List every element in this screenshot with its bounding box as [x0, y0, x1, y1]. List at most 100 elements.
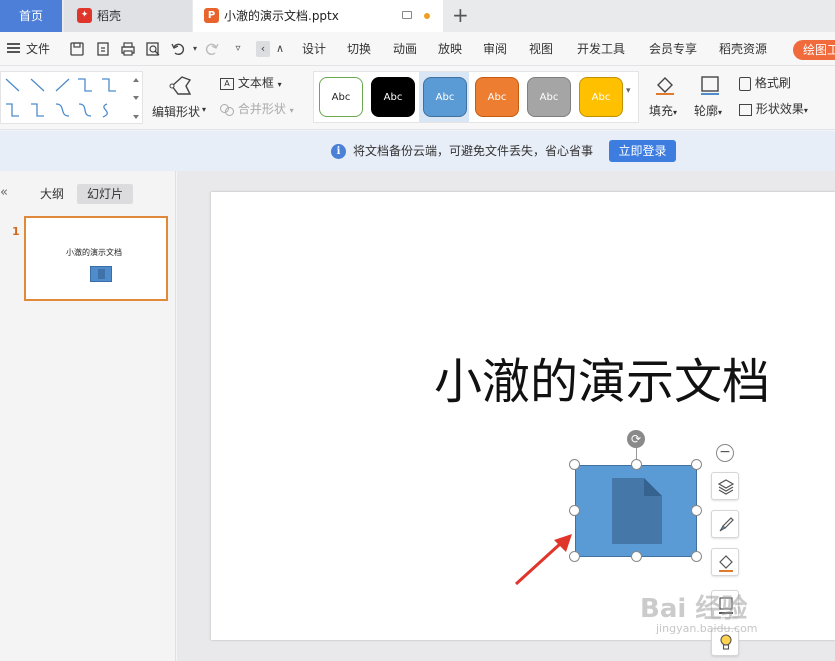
layers-button[interactable]	[711, 472, 739, 500]
collapse-toolbar-icon[interactable]: −	[716, 444, 734, 462]
scroll-left-icon[interactable]: ‹	[256, 41, 270, 57]
tab-slides[interactable]: 幻灯片	[77, 184, 133, 204]
notice-text: 将文档备份云端，可避免文件丢失，省心省事	[353, 144, 594, 158]
baidu-watermark-url: jingyan.baidu.com	[656, 622, 758, 635]
merge-shape-icon	[220, 103, 234, 116]
more-dropdown-icon[interactable]: ▿	[230, 41, 246, 57]
fill-bucket-icon[interactable]	[654, 74, 676, 96]
menu-transition[interactable]: 切换	[347, 32, 371, 66]
outline-label: 轮廓	[694, 104, 719, 118]
collapse-panel-icon[interactable]: «	[0, 185, 8, 200]
resize-handle-w[interactable]	[569, 505, 580, 516]
text-box-button[interactable]: A 文本框 ▾	[220, 74, 282, 91]
export-icon[interactable]	[95, 41, 111, 57]
scroll-marker-icon: ∧	[275, 42, 285, 55]
outline-icon[interactable]	[699, 74, 721, 96]
daoke-logo-icon: ✦	[77, 8, 92, 23]
menu-view[interactable]: 视图	[529, 32, 553, 66]
shape-rectangle[interactable]	[575, 465, 697, 557]
slide-title[interactable]: 小澈的演示文档	[434, 352, 770, 412]
line-shapes-gallery[interactable]	[0, 71, 143, 124]
tab-bar: 首页 ✦ 稻壳 P 小澈的演示文档.pptx +	[0, 0, 835, 32]
menu-hamburger-icon[interactable]	[7, 43, 20, 53]
print-icon[interactable]	[120, 41, 136, 57]
resize-handle-nw[interactable]	[569, 459, 580, 470]
tab-daoke-label: 稻壳	[97, 9, 122, 23]
style-swatch-gray[interactable]: Abc	[527, 77, 571, 117]
shape-style-gallery: Abc Abc Abc Abc Abc Abc	[313, 71, 639, 123]
annotation-arrow-icon	[514, 534, 572, 586]
menu-bar: 文件 ▾ ▿ ‹ ∧ 设计 切换 动画 放映 审阅 视图 开发工具 会员专享 稻…	[0, 32, 835, 66]
resize-handle-s[interactable]	[631, 551, 642, 562]
fill-button[interactable]: 填充▾	[649, 102, 677, 119]
menu-drawing-tools[interactable]: 绘图工	[793, 40, 835, 60]
thumb-title: 小澈的演示文档	[66, 248, 122, 257]
tab-daoke[interactable]: ✦ 稻壳	[64, 0, 192, 32]
save-icon[interactable]	[69, 41, 85, 57]
ribbon: 编辑形状 ▾ A 文本框 ▾ 合并形状 ▾ Abc Abc Abc Abc Ab…	[0, 66, 835, 130]
text-box-dropdown-icon: ▾	[277, 80, 282, 89]
shape-effects-label: 形状效果	[755, 102, 804, 116]
tab-outline[interactable]: 大纲	[40, 185, 64, 202]
lightbulb-icon	[720, 634, 732, 650]
resize-handle-se[interactable]	[691, 551, 702, 562]
menu-developer[interactable]: 开发工具	[577, 32, 625, 66]
format-painter-icon	[739, 76, 751, 91]
cloud-backup-notice: i 将文档备份云端，可避免文件丢失，省心省事 立即登录	[0, 131, 835, 171]
format-painter-button[interactable]: 格式刷	[739, 74, 791, 91]
undo-icon[interactable]	[170, 41, 186, 57]
ppt-file-icon: P	[204, 8, 219, 23]
brush-icon	[719, 517, 734, 532]
merge-shape-label: 合并形状	[237, 102, 286, 116]
style-swatch-white[interactable]: Abc	[319, 77, 363, 117]
fill-label: 填充	[649, 104, 674, 118]
edit-shape-button[interactable]: 编辑形状 ▾	[150, 70, 210, 122]
unsaved-dot-icon	[424, 13, 430, 19]
menu-review[interactable]: 审阅	[483, 32, 507, 66]
slide-thumbnail[interactable]: 小澈的演示文档	[24, 216, 168, 301]
login-button[interactable]: 立即登录	[609, 140, 676, 162]
shape-effects-dropdown-icon: ▾	[803, 106, 808, 115]
tab-document-label: 小澈的演示文档.pptx	[224, 9, 339, 23]
edit-shape-label: 编辑形状	[152, 105, 201, 119]
text-box-icon: A	[220, 77, 234, 90]
slide-number: 1	[12, 225, 20, 238]
shape-effects-button[interactable]: 形状效果▾	[739, 100, 808, 117]
undo-dropdown-icon[interactable]: ▾	[187, 41, 203, 57]
menu-slideshow[interactable]: 放映	[438, 32, 462, 66]
menu-animation[interactable]: 动画	[393, 32, 417, 66]
tab-document[interactable]: P 小澈的演示文档.pptx	[193, 0, 443, 32]
style-swatch-black[interactable]: Abc	[371, 77, 415, 117]
resize-handle-n[interactable]	[631, 459, 642, 470]
layers-icon	[717, 479, 735, 495]
resize-handle-ne[interactable]	[691, 459, 702, 470]
connector-shapes-icon	[5, 78, 139, 119]
shape-effects-icon	[739, 103, 752, 116]
menu-design[interactable]: 设计	[302, 32, 326, 66]
fill-quick-button[interactable]	[711, 548, 739, 576]
new-tab-button[interactable]: +	[452, 3, 469, 27]
style-swatch-orange[interactable]: Abc	[475, 77, 519, 117]
style-gallery-expand-icon[interactable]: ▾	[626, 86, 631, 96]
window-mode-icon[interactable]	[402, 11, 412, 19]
text-box-label: 文本框	[237, 76, 274, 90]
tab-home[interactable]: 首页	[0, 0, 62, 32]
edit-shape-dropdown-icon: ▾	[202, 105, 207, 114]
baidu-watermark: Bai 经验	[640, 594, 748, 624]
menu-daoke-resources[interactable]: 稻壳资源	[719, 32, 767, 66]
merge-shape-dropdown-icon: ▾	[289, 106, 294, 115]
style-swatch-blue[interactable]: Abc	[423, 77, 467, 117]
selected-shape[interactable]	[569, 459, 702, 562]
style-swatch-gold[interactable]: Abc	[579, 77, 623, 117]
resize-handle-e[interactable]	[691, 505, 702, 516]
print-preview-icon[interactable]	[145, 41, 161, 57]
redo-icon[interactable]	[204, 41, 220, 57]
menu-member[interactable]: 会员专享	[649, 32, 697, 66]
file-menu[interactable]: 文件	[26, 32, 50, 66]
edit-shape-icon	[169, 76, 192, 95]
merge-shape-button[interactable]: 合并形状 ▾	[220, 100, 294, 117]
outline-button[interactable]: 轮廓▾	[694, 102, 722, 119]
shape-style-button[interactable]	[711, 510, 739, 538]
rotate-handle-icon[interactable]: ⟳	[627, 430, 645, 448]
fill-dropdown-icon: ▾	[673, 108, 678, 117]
